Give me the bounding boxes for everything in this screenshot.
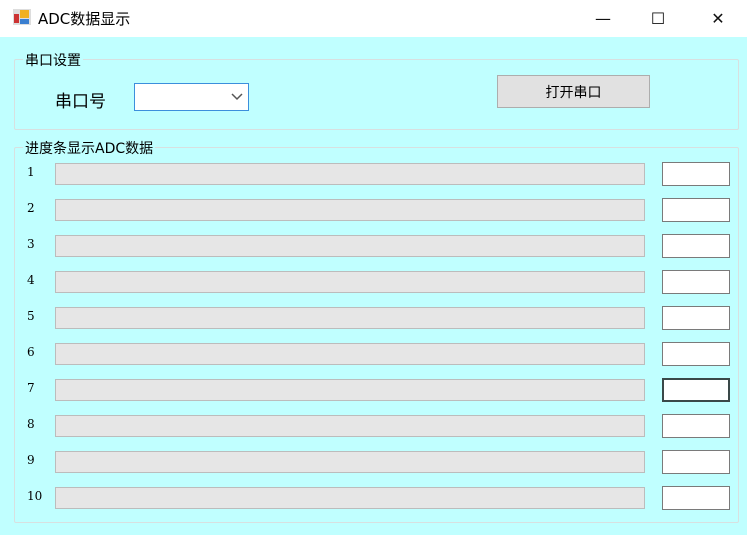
channel-label: 1: [27, 165, 35, 179]
maximize-button[interactable]: ☐: [635, 0, 681, 37]
chevron-down-icon: [231, 93, 243, 101]
adc-row: 4: [0, 270, 747, 294]
channel-label: 5: [27, 309, 35, 323]
value-textbox[interactable]: [662, 450, 730, 474]
adc-row: 10: [0, 486, 747, 510]
title-bar: ADC数据显示 — ☐ ✕: [0, 0, 747, 37]
adc-row: 5: [0, 306, 747, 330]
value-textbox[interactable]: [662, 270, 730, 294]
progress-bar: [55, 163, 645, 185]
channel-label: 4: [27, 273, 35, 287]
window-title: ADC数据显示: [38, 10, 131, 28]
channel-label: 8: [27, 417, 35, 431]
progress-bar: [55, 271, 645, 293]
value-textbox[interactable]: [662, 414, 730, 438]
channel-label: 2: [27, 201, 35, 215]
client-area: 串口设置 串口号 打开串口 进度条显示ADC数据 1 2 3 4 5 6 7 8…: [0, 37, 747, 535]
port-combobox[interactable]: [134, 83, 249, 111]
minimize-button[interactable]: —: [580, 0, 626, 37]
channel-label: 3: [27, 237, 35, 251]
channel-label: 6: [27, 345, 35, 359]
value-textbox[interactable]: [662, 486, 730, 510]
adc-row: 2: [0, 198, 747, 222]
value-textbox[interactable]: [662, 162, 730, 186]
adc-row: 6: [0, 342, 747, 366]
value-textbox[interactable]: [662, 234, 730, 258]
channel-label: 10: [27, 489, 43, 503]
app-icon: [13, 9, 31, 25]
progress-bar: [55, 379, 645, 401]
progress-group-label: 进度条显示ADC数据: [23, 138, 156, 158]
adc-row: 7: [0, 378, 747, 402]
value-textbox[interactable]: [662, 198, 730, 222]
adc-row: 8: [0, 414, 747, 438]
progress-bar: [55, 199, 645, 221]
progress-bar: [55, 451, 645, 473]
value-textbox[interactable]: [662, 378, 730, 402]
channel-label: 7: [27, 381, 35, 395]
channel-label: 9: [27, 453, 35, 467]
progress-bar: [55, 487, 645, 509]
value-textbox[interactable]: [662, 306, 730, 330]
close-button[interactable]: ✕: [695, 0, 741, 37]
value-textbox[interactable]: [662, 342, 730, 366]
progress-bar: [55, 235, 645, 257]
progress-bar: [55, 415, 645, 437]
progress-bar: [55, 343, 645, 365]
adc-row: 1: [0, 162, 747, 186]
port-label: 串口号: [55, 92, 106, 112]
adc-row: 9: [0, 450, 747, 474]
progress-bar: [55, 307, 645, 329]
open-port-button[interactable]: 打开串口: [497, 75, 650, 108]
serial-group-label: 串口设置: [23, 50, 83, 70]
adc-row: 3: [0, 234, 747, 258]
